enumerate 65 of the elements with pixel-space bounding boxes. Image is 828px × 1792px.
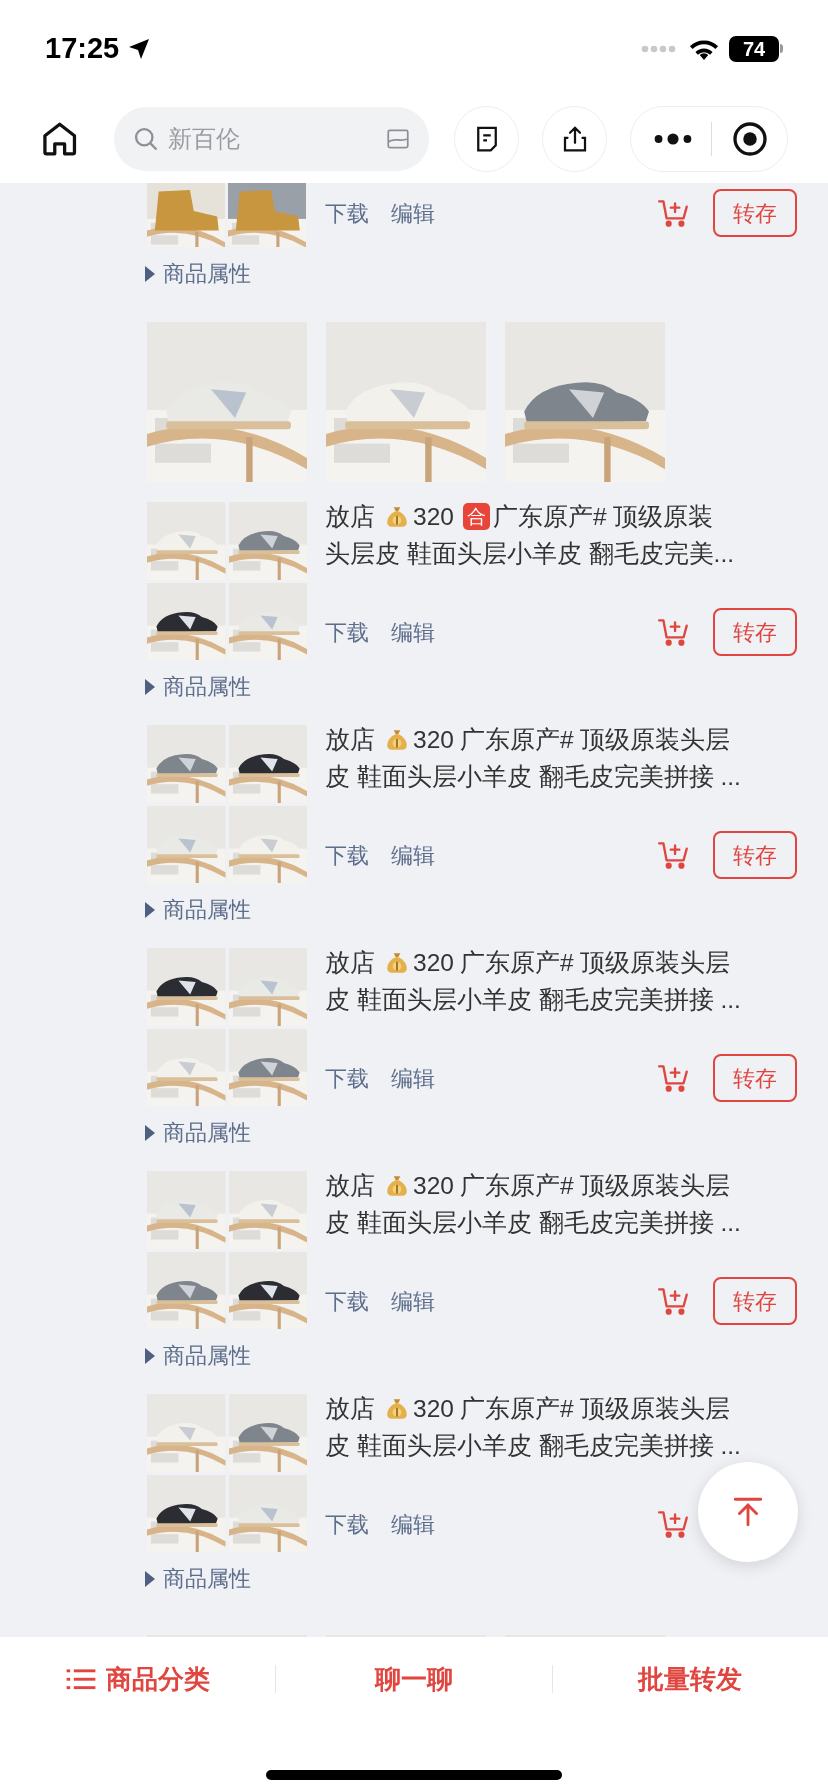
signal-icon (641, 44, 677, 53)
title-text: 放店 (325, 1171, 375, 1201)
title-text: 320 (413, 502, 454, 532)
expand-triangle-icon[interactable] (145, 263, 155, 284)
image-icon[interactable] (385, 126, 412, 152)
action-link[interactable]: 编辑 (391, 196, 435, 230)
action-link[interactable]: 下载 (325, 615, 369, 649)
battery-indicator: 74 (729, 35, 783, 62)
search-field[interactable]: 新百伦 (168, 121, 378, 157)
bottom-tab[interactable]: 批量转发 (552, 1659, 828, 1699)
title-text: 放店 (325, 725, 375, 755)
title-text: 320 (413, 725, 454, 755)
save-button[interactable]: 转存 (713, 608, 797, 656)
save-button[interactable]: 转存 (713, 831, 797, 879)
attributes-toggle[interactable]: 商品属性 (163, 257, 251, 290)
more-icon[interactable] (653, 132, 694, 146)
title-text: 320 (413, 1171, 454, 1201)
arrow-up-icon (731, 1495, 765, 1529)
combo-badge: 合 (462, 503, 490, 530)
action-link[interactable]: 下载 (325, 1284, 369, 1318)
title-text: 广东原产# 顶级原装 (492, 502, 714, 532)
expand-triangle-icon[interactable] (145, 1122, 155, 1143)
search-bar[interactable]: 新百伦 (114, 107, 430, 171)
title-text: 皮 鞋面头层小羊皮 翻毛皮完美拼接 ... (325, 763, 741, 790)
attributes-toggle[interactable]: 商品属性 (163, 1562, 251, 1595)
action-link[interactable]: 下载 (325, 1061, 369, 1095)
save-button[interactable]: 转存 (713, 1054, 797, 1102)
action-link[interactable]: 编辑 (391, 1284, 435, 1318)
action-link[interactable]: 编辑 (391, 838, 435, 872)
action-link[interactable]: 编辑 (391, 615, 435, 649)
expand-triangle-icon[interactable] (145, 1568, 155, 1589)
title-text: 广东原产# 顶级原装头层 (459, 1171, 731, 1201)
action-link[interactable]: 下载 (325, 196, 369, 230)
expand-triangle-icon[interactable] (145, 676, 155, 697)
title-text: 放店 (325, 948, 375, 978)
status-time: 17:25 (45, 30, 120, 66)
title-text: 320 (413, 1394, 454, 1424)
title-text: 皮 鞋面头层小羊皮 翻毛皮完美拼接 ... (325, 1432, 741, 1459)
attributes-toggle[interactable]: 商品属性 (163, 1339, 251, 1372)
location-arrow-icon (127, 36, 152, 61)
bottom-tab[interactable]: 聊一聊 (276, 1659, 552, 1699)
save-button[interactable]: 转存 (713, 189, 797, 237)
title-text: 放店 (325, 1394, 375, 1424)
close-app-icon[interactable] (732, 121, 769, 157)
expand-triangle-icon[interactable] (145, 1345, 155, 1366)
list-icon (65, 1667, 96, 1691)
title-text: 广东原产# 顶级原装头层 (459, 948, 731, 978)
attributes-toggle[interactable]: 商品属性 (163, 670, 251, 703)
action-link[interactable]: 编辑 (391, 1061, 435, 1095)
expand-triangle-icon[interactable] (145, 899, 155, 920)
title-text: 广东原产# 顶级原装头层 (459, 1394, 731, 1424)
title-text: 头层皮 鞋面头层小羊皮 翻毛皮完美... (325, 540, 735, 567)
action-link[interactable]: 下载 (325, 838, 369, 872)
title-text: 皮 鞋面头层小羊皮 翻毛皮完美拼接 ... (325, 986, 741, 1013)
save-button[interactable]: 转存 (713, 1277, 797, 1325)
bottom-tab[interactable]: 商品分类 (0, 1659, 276, 1699)
title-text: 320 (413, 948, 454, 978)
attributes-toggle[interactable]: 商品属性 (163, 1116, 251, 1149)
action-link[interactable]: 编辑 (391, 1507, 435, 1541)
title-text: 广东原产# 顶级原装头层 (459, 725, 731, 755)
title-text: 皮 鞋面头层小羊皮 翻毛皮完美拼接 ... (325, 1209, 741, 1236)
attributes-toggle[interactable]: 商品属性 (163, 893, 251, 926)
title-text: 放店 (325, 502, 375, 532)
wifi-icon (689, 37, 719, 60)
action-link[interactable]: 下载 (325, 1507, 369, 1541)
